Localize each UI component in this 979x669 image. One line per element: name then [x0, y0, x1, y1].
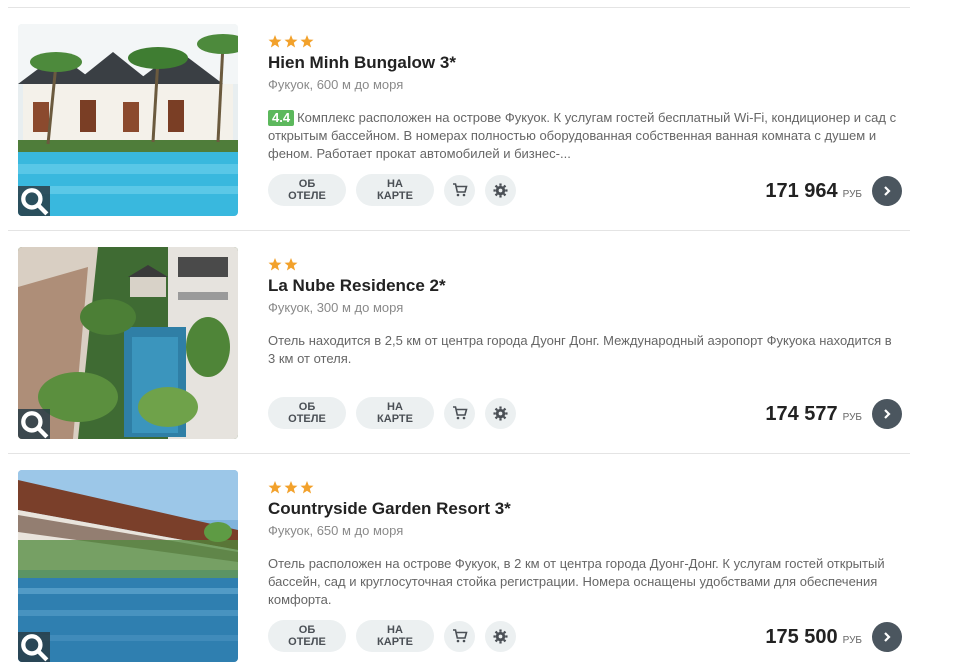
cart-icon	[452, 183, 468, 197]
star-rating	[268, 35, 314, 48]
zoom-button[interactable]	[18, 186, 50, 216]
cart-button[interactable]	[444, 397, 475, 429]
search-icon	[21, 634, 49, 662]
hotel-card: Countryside Garden Resort 3* Фукуок, 650…	[0, 454, 979, 669]
price: 174 577 РУБ	[765, 403, 862, 426]
hotel-photo-image	[18, 470, 238, 662]
open-hotel-button[interactable]	[872, 176, 902, 206]
about-hotel-button[interactable]: ОБ ОТЕЛЕ	[268, 174, 346, 206]
open-hotel-button[interactable]	[872, 399, 902, 429]
settings-button[interactable]	[485, 620, 516, 652]
price-currency: РУБ	[842, 635, 862, 646]
action-bar: ОБ ОТЕЛЕ НА КАРТЕ	[268, 620, 516, 652]
price: 175 500 РУБ	[765, 626, 862, 649]
hotel-location: Фукуок, 600 м до моря	[268, 77, 404, 92]
search-icon	[21, 188, 49, 216]
search-icon	[21, 411, 49, 439]
hotel-photo-image	[18, 247, 238, 439]
star-icon	[300, 481, 314, 494]
show-on-map-button[interactable]: НА КАРТЕ	[356, 620, 434, 652]
star-icon	[284, 481, 298, 494]
chevron-right-icon	[884, 632, 891, 642]
open-hotel-button[interactable]	[872, 622, 902, 652]
show-on-map-button[interactable]: НА КАРТЕ	[356, 174, 434, 206]
cart-button[interactable]	[444, 620, 475, 652]
hotel-photo[interactable]	[18, 470, 238, 662]
action-bar: ОБ ОТЕЛЕ НА КАРТЕ	[268, 397, 516, 429]
gear-icon	[493, 628, 508, 644]
star-rating	[268, 258, 298, 271]
price-value: 171 964	[765, 180, 838, 202]
hotel-photo-image	[18, 24, 238, 216]
hotel-location: Фукуок, 650 м до моря	[268, 523, 404, 538]
star-icon	[268, 35, 282, 48]
price: 171 964 РУБ	[765, 180, 862, 203]
star-icon	[284, 35, 298, 48]
chevron-right-icon	[884, 186, 891, 196]
hotel-location: Фукуок, 300 м до моря	[268, 300, 404, 315]
star-rating	[268, 481, 314, 494]
price-currency: РУБ	[842, 189, 862, 200]
price-value: 175 500	[765, 626, 838, 648]
price-value: 174 577	[765, 403, 838, 425]
settings-button[interactable]	[485, 397, 516, 429]
chevron-right-icon	[884, 409, 891, 419]
star-icon	[268, 481, 282, 494]
show-on-map-button[interactable]: НА КАРТЕ	[356, 397, 434, 429]
hotel-list: Hien Minh Bungalow 3* Фукуок, 600 м до м…	[0, 0, 979, 669]
hotel-name[interactable]: Countryside Garden Resort 3*	[268, 499, 511, 519]
description-text: Комплекс расположен на острове Фукуок. К…	[268, 110, 897, 161]
settings-button[interactable]	[485, 174, 516, 206]
action-bar: ОБ ОТЕЛЕ НА КАРТЕ	[268, 174, 516, 206]
zoom-button[interactable]	[18, 632, 50, 662]
gear-icon	[493, 405, 508, 421]
hotel-photo[interactable]	[18, 247, 238, 439]
cart-button[interactable]	[444, 174, 475, 206]
hotel-photo[interactable]	[18, 24, 238, 216]
star-icon	[284, 258, 298, 271]
hotel-card: La Nube Residence 2* Фукуок, 300 м до мо…	[0, 231, 979, 454]
about-hotel-button[interactable]: ОБ ОТЕЛЕ	[268, 397, 346, 429]
zoom-button[interactable]	[18, 409, 50, 439]
star-icon	[300, 35, 314, 48]
cart-icon	[452, 406, 468, 420]
hotel-name[interactable]: Hien Minh Bungalow 3*	[268, 53, 456, 73]
hotel-description: Отель находится в 2,5 км от центра город…	[268, 333, 892, 366]
hotel-card: Hien Minh Bungalow 3* Фукуок, 600 м до м…	[0, 8, 979, 231]
gear-icon	[493, 182, 508, 198]
hotel-description: Отель расположен на острове Фукуок, в 2 …	[268, 556, 885, 607]
star-icon	[268, 258, 282, 271]
hotel-name[interactable]: La Nube Residence 2*	[268, 276, 446, 296]
rating-badge: 4.4	[268, 110, 295, 126]
hotel-description: 4.4 Комплекс расположен на острове Фукуок…	[268, 109, 898, 163]
cart-icon	[452, 629, 468, 643]
price-currency: РУБ	[842, 412, 862, 423]
about-hotel-button[interactable]: ОБ ОТЕЛЕ	[268, 620, 346, 652]
